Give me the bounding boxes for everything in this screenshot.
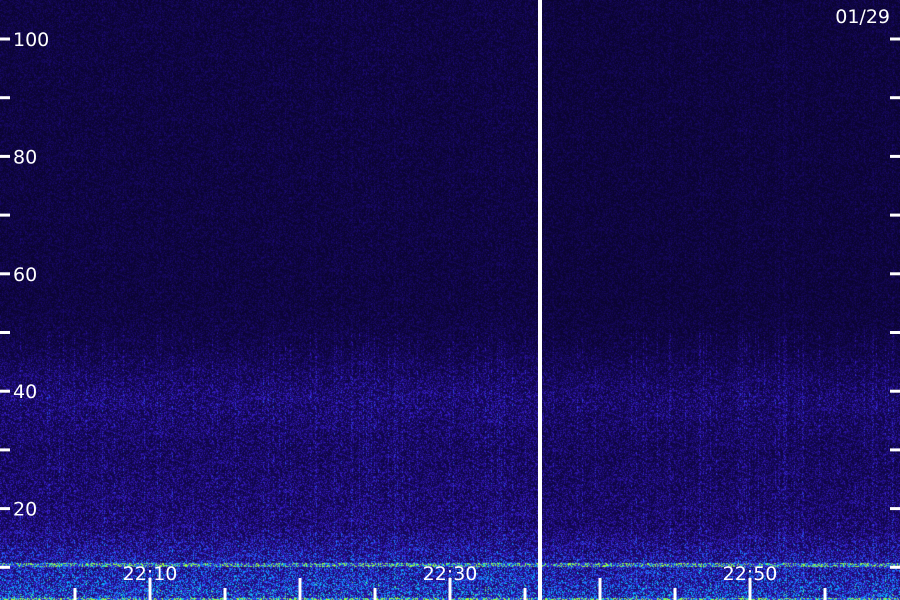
date-label: 01/29 (835, 6, 890, 28)
y-tick-label-80: 80 (13, 146, 37, 168)
y-tick-label-20: 20 (13, 499, 37, 521)
spectrogram: 20 40 60 80 100 22:10 22:30 22:50 01/29 (0, 0, 900, 600)
x-tick-labels: 22:10 22:30 22:50 (123, 563, 778, 585)
spectrogram-overlay: 20 40 60 80 100 22:10 22:30 22:50 01/29 (0, 0, 900, 600)
y-tick-labels: 20 40 60 80 100 (13, 29, 49, 521)
y-tick-label-40: 40 (13, 381, 37, 403)
x-tick-label-50: 22:50 (723, 563, 778, 585)
y-tick-label-60: 60 (13, 264, 37, 286)
y-ticks-right (890, 37, 900, 569)
x-tick-label-10: 22:10 (123, 563, 178, 585)
y-ticks-left (0, 37, 10, 569)
y-tick-label-100: 100 (13, 29, 49, 51)
x-tick-label-30: 22:30 (423, 563, 478, 585)
